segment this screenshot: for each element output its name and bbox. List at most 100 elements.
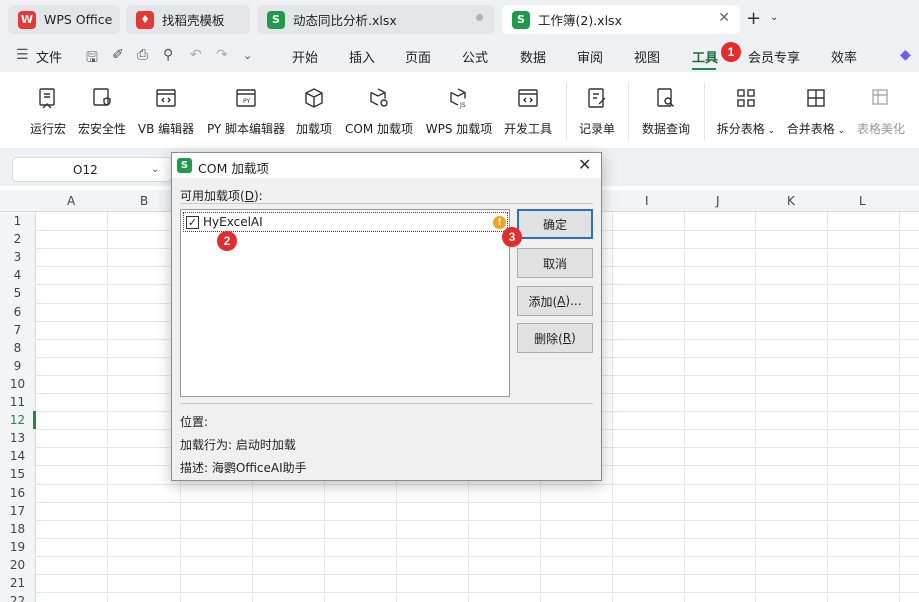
remove-button[interactable]: 删除(R) — [517, 323, 593, 353]
tab-workbook-2[interactable]: S 工作簿(2).xlsx ✕ — [502, 5, 740, 34]
row-header[interactable]: 5 — [0, 286, 35, 300]
ok-button[interactable]: 确定 — [517, 209, 593, 239]
load-behavior: 加载行为: 启动时加载 — [180, 438, 296, 452]
row-header[interactable]: 1 — [0, 214, 35, 228]
chevron-down-icon[interactable]: ⌄ — [151, 164, 159, 175]
menu-home[interactable]: 开始 — [292, 47, 318, 66]
com-addins-button[interactable]: COM 加载项 — [342, 84, 416, 137]
com-addins-dialog: S COM 加载项 ✕ 可用加载项(D): ✓ HyExcelAI ! 确定 取… — [171, 152, 602, 481]
row-header[interactable]: 13 — [0, 431, 35, 445]
tab-wps-office[interactable]: W WPS Office — [8, 5, 120, 34]
dialog-title: COM 加载项 — [198, 161, 269, 176]
row-header[interactable]: 9 — [0, 359, 35, 373]
ai-icon[interactable]: ◆ — [900, 47, 911, 63]
merge-table-icon — [786, 84, 846, 112]
redo-icon[interactable]: ↷ — [216, 47, 228, 63]
menu-data[interactable]: 数据 — [520, 47, 546, 66]
list-item[interactable]: ✓ HyExcelAI ! — [183, 212, 508, 232]
row-header[interactable]: 10 — [0, 377, 35, 391]
wps-addins-button[interactable]: JS WPS 加载项 — [424, 84, 494, 137]
row-header[interactable]: 20 — [0, 558, 35, 572]
name-box[interactable]: O12 ⌄ — [12, 157, 172, 182]
tab-label: 找稻壳模板 — [162, 13, 225, 28]
column-header-l[interactable]: L — [859, 194, 866, 208]
wps-logo-icon: W — [18, 10, 36, 29]
cancel-button[interactable]: 取消 — [517, 248, 593, 278]
add-button[interactable]: 添加(A)... — [517, 286, 593, 316]
merge-table-button[interactable]: 合并表格 ⌄ — [786, 84, 846, 137]
row-header[interactable]: 15 — [0, 467, 35, 481]
label-divider — [180, 203, 593, 204]
warning-icon: ! — [493, 216, 506, 229]
column-gridline — [827, 212, 828, 602]
tab-dynamic-analysis[interactable]: S 动态同比分析.xlsx — [257, 5, 495, 34]
row-header[interactable]: 21 — [0, 576, 35, 590]
close-tab-icon[interactable]: ✕ — [718, 10, 730, 26]
close-icon[interactable]: ✕ — [578, 155, 591, 174]
menu-formula[interactable]: 公式 — [462, 47, 488, 66]
macro-security-button[interactable]: 宏安全性 — [76, 84, 128, 137]
row-header[interactable]: 4 — [0, 268, 35, 282]
cube-js-icon: JS — [424, 84, 494, 112]
new-tab-icon[interactable]: + — [746, 8, 761, 29]
row-header[interactable]: 18 — [0, 522, 35, 536]
row-header[interactable]: 8 — [0, 341, 35, 355]
svg-text:JS: JS — [459, 102, 466, 109]
row-header[interactable]: 16 — [0, 486, 35, 500]
addins-button[interactable]: 加载项 — [294, 84, 334, 137]
row-header[interactable]: 7 — [0, 323, 35, 337]
undo-icon[interactable]: ↶ — [190, 47, 202, 63]
ribbon-separator — [704, 82, 705, 140]
column-gridline — [684, 212, 685, 602]
menu-review[interactable]: 审阅 — [577, 47, 603, 66]
addin-checkbox[interactable]: ✓ — [186, 216, 199, 229]
print-icon[interactable]: ⎙ — [137, 47, 148, 63]
ribbon-separator — [628, 82, 629, 140]
format-painter-icon[interactable]: ✐ — [112, 47, 124, 63]
split-table-button[interactable]: 拆分表格 ⌄ — [716, 84, 776, 137]
menu-view[interactable]: 视图 — [634, 47, 660, 66]
column-header-k[interactable]: K — [787, 194, 795, 208]
developer-tools-button[interactable]: 开发工具 — [500, 84, 556, 137]
menu-tools[interactable]: 工具 — [692, 47, 718, 66]
tab-docer-templates[interactable]: ♦ 找稻壳模板 — [126, 5, 250, 34]
hamburger-menu-icon[interactable]: ☰ — [16, 47, 29, 63]
vb-editor-button[interactable]: VB 编辑器 — [136, 84, 196, 137]
column-header-i[interactable]: I — [645, 194, 649, 208]
row-header[interactable]: 3 — [0, 250, 35, 264]
ribbon-toolbar: 运行宏 宏安全性 VB 编辑器 PY PY 脚本编辑器 加载项 COM 加载项 … — [10, 74, 919, 148]
chevron-down-icon[interactable]: ⌄ — [770, 12, 778, 23]
row-header[interactable]: 6 — [0, 305, 35, 319]
column-gridline — [107, 212, 108, 602]
menu-file[interactable]: 文件 — [36, 47, 62, 66]
ribbon-separator — [566, 82, 567, 140]
row-header[interactable]: 11 — [0, 395, 35, 409]
row-gridline — [36, 537, 919, 539]
column-gridline — [612, 212, 613, 602]
document-search-icon — [640, 84, 692, 112]
row-header[interactable]: 19 — [0, 540, 35, 554]
column-header-a[interactable]: A — [67, 194, 75, 208]
column-header-j[interactable]: J — [716, 194, 720, 208]
table-beautify-button[interactable]: 表格美化 — [856, 84, 906, 137]
row-header[interactable]: 2 — [0, 232, 35, 246]
row-header[interactable]: 17 — [0, 504, 35, 518]
row-headers: 1 2 3 4 5 6 7 8 9 10 11 12 13 14 15 16 17 18 19 20 21 22 — [0, 212, 36, 602]
data-query-button[interactable]: 数据查询 — [640, 84, 692, 137]
print-preview-icon[interactable]: ⚲ — [163, 47, 173, 63]
row-header[interactable]: 22 — [0, 594, 35, 602]
menu-page[interactable]: 页面 — [405, 47, 431, 66]
row-header[interactable]: 14 — [0, 449, 35, 463]
quick-access-dropdown-icon[interactable]: ⌄ — [243, 49, 252, 62]
save-icon[interactable]: 🖫 — [86, 47, 98, 71]
record-form-button[interactable]: 记录单 — [576, 84, 618, 137]
menu-insert[interactable]: 插入 — [349, 47, 375, 66]
column-header-b[interactable]: B — [140, 194, 148, 208]
row-header[interactable]: 12 — [0, 413, 35, 427]
menu-efficiency[interactable]: 效率 — [831, 47, 857, 66]
location-label: 位置: — [180, 415, 209, 429]
menu-member[interactable]: 会员专享 — [748, 47, 800, 66]
tab-label: WPS Office — [44, 12, 113, 27]
run-macro-button[interactable]: 运行宏 — [28, 84, 68, 137]
py-script-editor-button[interactable]: PY PY 脚本编辑器 — [206, 84, 286, 137]
